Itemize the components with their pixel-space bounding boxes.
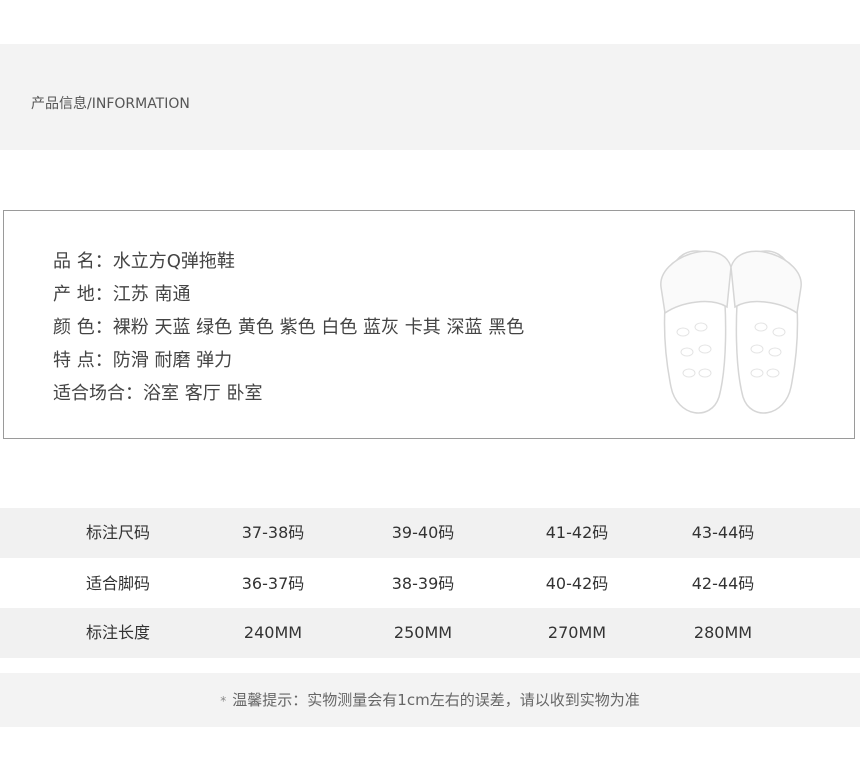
- length-cell: 250MM: [393, 623, 453, 642]
- size-cell: 43-44码: [691, 523, 755, 542]
- info-header-band: 产品信息/INFORMATION: [0, 44, 860, 150]
- size-cell: 39-40码: [391, 523, 455, 542]
- footer-band: * 温馨提示：实物测量会有1cm左右的误差，请以收到实物为准: [0, 673, 860, 727]
- size-row-fit-size: 适合脚码 36-37码 38-39码 40-42码 42-44码: [0, 559, 860, 609]
- product-info-list: 品 名：水立方Q弹拖鞋 产 地：江苏 南通 颜 色：裸粉 天蓝 绿色 黄色 紫色…: [53, 245, 524, 410]
- row-label: 适合脚码: [85, 574, 150, 593]
- size-cell: 41-42码: [545, 523, 609, 542]
- size-cell: 42-44码: [691, 574, 755, 593]
- section-title: 产品信息/INFORMATION: [31, 96, 190, 112]
- size-cell: 37-38码: [241, 523, 305, 542]
- size-cell: 38-39码: [391, 574, 455, 593]
- size-row-labeled-size: 标注尺码 37-38码 39-40码 41-42码 43-44码: [0, 508, 860, 558]
- size-row-length: 标注长度 240MM 250MM 270MM 280MM: [0, 608, 860, 658]
- length-cell: 270MM: [547, 623, 607, 642]
- size-cell: 36-37码: [241, 574, 305, 593]
- measurement-note: * 温馨提示：实物测量会有1cm左右的误差，请以收到实物为准: [0, 673, 860, 727]
- asterisk-icon: *: [220, 694, 227, 708]
- product-usage-line: 适合场合：浴室 客厅 卧室: [53, 383, 263, 404]
- note-text: 温馨提示：实物测量会有1cm左右的误差，请以收到实物为准: [232, 691, 640, 709]
- slipper-image: [660, 250, 802, 414]
- row-label: 标注长度: [85, 623, 150, 642]
- length-cell: 280MM: [693, 623, 753, 642]
- size-cell: 40-42码: [545, 574, 609, 593]
- product-colors-line: 颜 色：裸粉 天蓝 绿色 黄色 紫色 白色 蓝灰 卡其 深蓝 黑色: [53, 317, 525, 338]
- product-origin-line: 产 地：江苏 南通: [53, 284, 191, 305]
- product-name-line: 品 名：水立方Q弹拖鞋: [53, 251, 235, 272]
- row-label: 标注尺码: [85, 523, 150, 542]
- product-info-box: 品 名：水立方Q弹拖鞋 产 地：江苏 南通 颜 色：裸粉 天蓝 绿色 黄色 紫色…: [3, 210, 855, 439]
- length-cell: 240MM: [243, 623, 303, 642]
- product-features-line: 特 点：防滑 耐磨 弹力: [53, 350, 233, 371]
